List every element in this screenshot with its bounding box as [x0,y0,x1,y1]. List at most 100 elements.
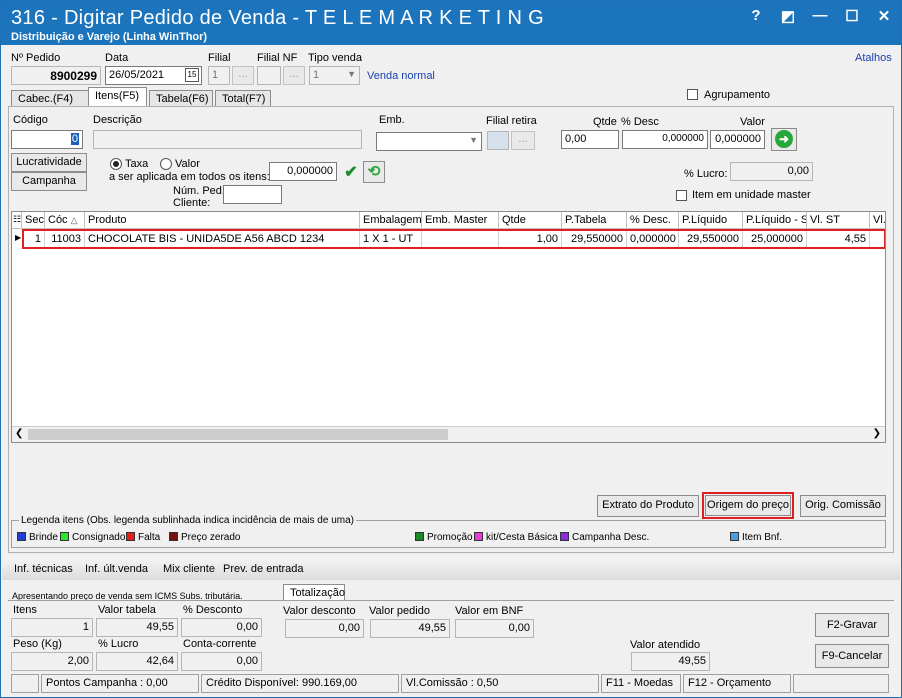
valor-input[interactable]: 0,000000 [710,130,765,149]
tab-tabela[interactable]: Tabela(F6) [149,90,213,107]
chevron-right-icon[interactable]: ❯ [873,428,881,439]
qtde-label: Qtde [593,116,617,128]
col-embalagem[interactable]: Embalagem [360,212,422,229]
col-pliquido-s[interactable]: P.Líquido - S [743,212,807,229]
sort-icon: △ [70,215,78,225]
gravar-button[interactable]: F2-Gravar [815,613,889,637]
itens-label: Itens [13,604,37,616]
status-pontos: Pontos Campanha : 0,00 [41,674,199,693]
inf-tecnicas-link[interactable]: Inf. técnicas [14,563,73,575]
legend-swatch [17,532,26,541]
legend-swatch [60,532,69,541]
cancelar-button[interactable]: F9-Cancelar [815,644,889,668]
atalhos-link[interactable]: Atalhos [855,52,892,64]
tab-total[interactable]: Total(F7) [215,90,271,107]
col-emb-master[interactable]: Emb. Master [422,212,499,229]
valor-tabela-label: Valor tabela [98,604,156,616]
main-window: 316 - Digitar Pedido de Venda - T E L E … [0,0,902,698]
valor-radio-label: Valor [175,158,200,170]
col-vl[interactable]: Vl. [870,212,885,229]
tab-cabec[interactable]: Cabec.(F4) [11,90,89,107]
col-pliquido[interactable]: P.Líquido [679,212,743,229]
restore-icon[interactable]: ☐ [843,7,861,25]
item-master-checkbox[interactable] [676,190,687,201]
valor-bnf-label: Valor em BNF [455,605,524,617]
scroll-thumb[interactable] [28,429,448,440]
tab-itens[interactable]: Itens(F5) [88,87,147,107]
status-orcamento[interactable]: F12 - Orçamento [683,674,791,693]
minimize-icon[interactable]: — [811,7,829,25]
filial-nf-label: Filial NF [257,52,298,64]
check-icon[interactable]: ✔ [342,162,360,182]
tipo-venda-text: Venda normal [367,70,435,82]
mix-cliente-link[interactable]: Mix cliente [163,563,215,575]
window-title: 316 - Digitar Pedido de Venda - T E L E … [11,7,544,29]
taxa-radio[interactable] [110,158,122,170]
pct-desconto-label: % Desconto [183,604,243,616]
legend-swatch [474,532,483,541]
codigo-input[interactable]: 0 [11,130,83,149]
num-ped-input[interactable] [223,185,282,204]
col-sec[interactable]: Sec [22,212,45,229]
filial-label: Filial [208,52,231,64]
desc-input[interactable]: 0,000000 [622,130,708,149]
confirm-button[interactable]: ➜ [771,128,797,151]
pedido-field: 8900299 [11,66,101,85]
orig-comissao-button[interactable]: Orig. Comissão [800,495,886,517]
grid-menu-icon[interactable]: ☷ [12,212,22,229]
filial-lookup-button[interactable]: ... [232,66,254,85]
filial-retira-field[interactable] [487,131,509,150]
descricao-label: Descrição [93,114,142,126]
tipo-venda-select[interactable]: 1 ▼ [309,66,360,85]
filial-nf-field[interactable] [257,66,281,85]
tab-totalizacao[interactable]: Totalização [283,584,345,601]
calendar-icon[interactable]: 15 [185,68,199,82]
origem-highlight [702,492,794,519]
emb-label: Emb. [379,114,405,126]
close-icon[interactable]: ✕ [875,7,893,25]
conta-corrente-label: Conta-corrente [183,638,257,650]
items-grid: ☷ Sec Cóc △ Produto Embalagem Emb. Maste… [11,211,886,443]
desc-label: % Desc [621,116,659,128]
valor-radio[interactable] [160,158,172,170]
filial-retira-label: Filial retira [486,115,537,127]
col-ptabela[interactable]: P.Tabela [562,212,627,229]
tipo-venda-label: Tipo venda [308,52,363,64]
num-ped-label: Núm. Ped. [173,185,225,197]
campanha-button[interactable]: Campanha [11,172,87,191]
chevron-left-icon[interactable]: ❮ [15,428,23,439]
refresh-icon[interactable]: ⟲ [363,161,385,183]
maximize-icon[interactable]: ◩ [779,7,797,25]
extrato-produto-button[interactable]: Extrato do Produto [597,495,699,517]
descricao-field[interactable] [93,130,362,149]
col-produto[interactable]: Produto [85,212,360,229]
emb-select[interactable]: ▼ [376,132,482,151]
pedido-label: Nº Pedido [11,52,61,64]
col-qtde[interactable]: Qtde [499,212,562,229]
filial-field[interactable]: 1 [208,66,230,85]
lucratividade-button[interactable]: Lucratividade [11,153,87,172]
horizontal-scrollbar[interactable]: ❮ ❯ [12,426,885,442]
taxa-label: Taxa [125,158,149,170]
arrow-right-icon: ➜ [775,130,793,148]
help-icon[interactable]: ? [747,7,765,25]
valor-tabela-field: 49,55 [96,618,178,637]
legend-item-bnf: Item Bnf. [730,532,782,543]
filial-nf-lookup-button[interactable]: ... [283,66,305,85]
legend-item-preco-zerado: Preço zerado [169,532,240,543]
col-vlst[interactable]: Vl. ST [807,212,870,229]
filial-retira-lookup-button[interactable]: ... [511,131,535,150]
totals-divider [8,600,894,601]
agrupamento-checkbox[interactable] [687,89,698,100]
status-moedas[interactable]: F11 - Moedas [601,674,681,693]
valor-bnf-field: 0,00 [455,619,534,638]
aplicada-input[interactable]: 0,000000 [269,162,337,181]
valor-label: Valor [740,116,765,128]
legend-item-falta: Falta [126,532,160,543]
qtde-input[interactable]: 0,00 [561,130,619,149]
col-cod[interactable]: Cóc △ [45,212,85,229]
legend-item-brinde: Brinde [17,532,58,543]
inf-ult-venda-link[interactable]: Inf. últ.venda [85,563,148,575]
col-desc[interactable]: % Desc. [627,212,679,229]
prev-entrada-link[interactable]: Prev. de entrada [223,563,304,575]
